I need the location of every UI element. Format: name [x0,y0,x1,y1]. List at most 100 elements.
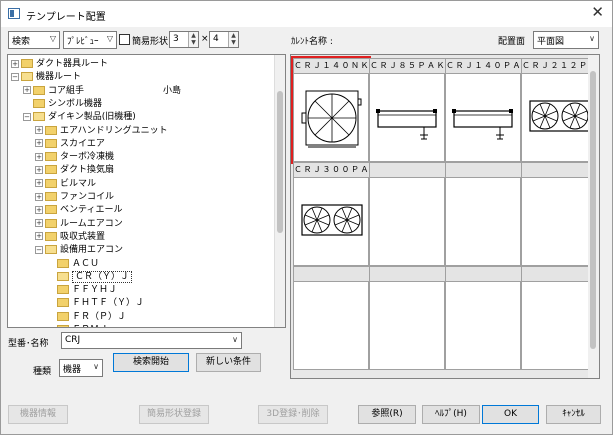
tree-expander-icon[interactable]: + [11,59,19,68]
grid-scrollbar[interactable] [588,55,599,378]
tree-item[interactable]: + ダクト器具ルート [11,58,108,71]
grid-scroll-thumb[interactable] [590,71,596,349]
tree-scroll-thumb[interactable] [277,91,283,233]
times-sign: × [201,34,209,44]
template-placement-dialog: テンプレート配置 ✕ 検索 ▽ ﾌﾟﾚﾋﾞｭｰ ▽ 簡易形状 3 ▲ ▼ × 4 … [0,0,613,435]
search-mode-select[interactable]: 検索 ▽ [8,31,60,49]
tree-expander-icon[interactable]: + [35,139,43,148]
tree-expander-icon[interactable]: + [23,86,31,95]
window-title: テンプレート配置 [26,12,106,23]
tree-item-label: 機器ルート [36,72,82,83]
tree-item-label: エアハンドリングユニット [60,125,168,136]
tree-expander-icon[interactable]: + [35,232,43,241]
template-cell[interactable] [521,162,598,266]
template-cell-name [294,267,370,282]
tree-item-label: ルームエアコン [60,218,123,229]
folder-icon [57,258,69,268]
folder-icon [57,271,69,281]
folder-icon [57,325,69,327]
model-name-input[interactable]: CRJ ∨ [61,332,242,349]
current-name-label: ｶﾚﾝﾄ名称 : [291,37,333,47]
tree-item[interactable]: + 吸収式装置 [35,231,105,244]
template-preview-grid[interactable]: ＣＲＪ１４０ＮＫ ＣＲＪ８５ＰＡＫ ＣＲＪ１４０ＰＡ ＣＲＪ２１２ＰＡ ＣＲＪ３００ＰＡ [290,54,600,379]
template-cell[interactable] [521,266,598,370]
tree-item[interactable]: + ビルマル [35,178,96,191]
template-cell[interactable] [445,266,522,370]
tree-item[interactable]: ＦＲＭＪ [47,324,108,327]
tree-expander-icon[interactable]: + [35,219,43,228]
tree-item[interactable]: ＣＲ（Ｙ）Ｊ [47,270,133,284]
tree-item[interactable]: ＦＦＹＨＪ [47,284,117,297]
equipment-info-button[interactable]: 機器情報 [8,405,68,424]
ok-button[interactable]: OK [482,405,539,424]
tree-item[interactable]: + エアハンドリングユニット [35,125,168,138]
rows-stepper[interactable]: 4 ▲ ▼ [209,31,239,48]
folder-icon [45,218,57,228]
tree-item[interactable]: シンボル機器 [23,98,102,111]
template-cell[interactable]: ＣＲＪ１４０ＮＫ [291,56,371,164]
search-start-button[interactable]: 検索開始 [113,353,189,372]
template-cell[interactable] [369,162,446,266]
tree-item-label: スカイエア [60,138,105,149]
tree-item[interactable]: ＦＲ（Ｐ）Ｊ [47,311,126,324]
tree-item[interactable]: + ターボ冷凍機 [35,151,114,164]
tree-item[interactable]: + コア組手 小島 [23,85,181,98]
tree-expander-icon[interactable]: + [35,179,43,188]
tree-item[interactable]: + ルームエアコン [35,218,123,231]
cancel-button[interactable]: ｷｬﾝｾﾙ [546,405,601,424]
tree-item[interactable]: − 設備用エアコン [35,244,123,257]
tree-expander-icon[interactable]: + [35,165,43,174]
tree-expander-icon[interactable]: + [35,192,43,201]
template-cell[interactable]: ＣＲＪ２１２ＰＡ [521,58,598,162]
spin-arrows-icon[interactable]: ▲ ▼ [228,32,238,47]
folder-icon [45,125,57,135]
chevron-down-icon: ∨ [232,335,238,344]
tree-expander-icon[interactable]: − [23,112,31,121]
new-condition-button[interactable]: 新しい条件 [196,353,261,372]
simple-shape-checkbox[interactable] [119,34,130,45]
folder-icon [57,285,69,295]
spin-arrows-icon[interactable]: ▲ ▼ [188,32,198,47]
folder-icon [45,231,57,241]
simple-shape-register-button[interactable]: 簡易形状登録 [139,405,209,424]
columns-stepper[interactable]: 3 ▲ ▼ [169,31,199,48]
tree-item[interactable]: ＦＨＴＦ（Ｙ）Ｊ [47,297,144,310]
template-cell-name [370,163,446,178]
category-tree[interactable]: + ダクト器具ルート − 機器ルート + コア組手 小島 シンボル機器 − ダイキン製品(旧機種)… [7,54,286,328]
tree-expander-icon[interactable]: − [11,72,19,81]
tree-expander-icon[interactable]: + [35,152,43,161]
tree-item[interactable]: − 機器ルート [11,71,81,84]
tree-item[interactable]: + スカイエア [35,138,105,151]
tree-scrollbar[interactable] [274,55,285,327]
preview-select[interactable]: ﾌﾟﾚﾋﾞｭｰ ▽ [63,31,117,49]
folder-icon [45,152,57,162]
template-cell[interactable] [293,266,370,370]
tree-item[interactable]: + ファンコイル [35,191,114,204]
tree-item[interactable]: − ダイキン製品(旧機種) [23,111,136,124]
register-3d-button[interactable]: 3D登録･削除 [258,405,328,424]
close-button[interactable]: ✕ [591,5,604,20]
rows-value: 4 [213,34,219,44]
tree-item-label: コア組手 [48,85,85,96]
tree-item[interactable]: ＡＣＵ [47,258,99,271]
tree-expander-icon[interactable]: + [35,126,43,134]
tree-item-note: 小島 [163,85,182,96]
preview-value: ﾌﾟﾚﾋﾞｭｰ [67,37,99,47]
template-cell[interactable] [369,266,446,370]
template-cell-name: ＣＲＪ１４０ＮＫ [294,59,370,74]
chevron-down-icon: ∨ [589,34,595,43]
search-mode-value: 検索 [12,37,31,47]
tree-expander-icon[interactable]: + [35,205,43,214]
reference-button[interactable]: 参照(R) [358,405,416,424]
template-cell[interactable] [445,162,522,266]
type-select[interactable]: 機器 ∨ [59,359,103,377]
template-cell[interactable]: ＣＲＪ８５ＰＡＫ [369,58,446,162]
tree-item[interactable]: + ベンティエール [35,204,122,217]
tree-item-label: ファンコイル [60,192,115,202]
template-cell[interactable]: ＣＲＪ３００ＰＡ [293,162,370,266]
placement-select[interactable]: 平面図 ∨ [533,31,599,49]
help-button[interactable]: ﾍﾙﾌﾟ(H) [422,405,480,424]
tree-item[interactable]: + ダクト換気扇 [35,164,114,177]
template-cell[interactable]: ＣＲＪ１４０ＰＡ [445,58,522,162]
tree-expander-icon[interactable]: − [35,245,43,254]
